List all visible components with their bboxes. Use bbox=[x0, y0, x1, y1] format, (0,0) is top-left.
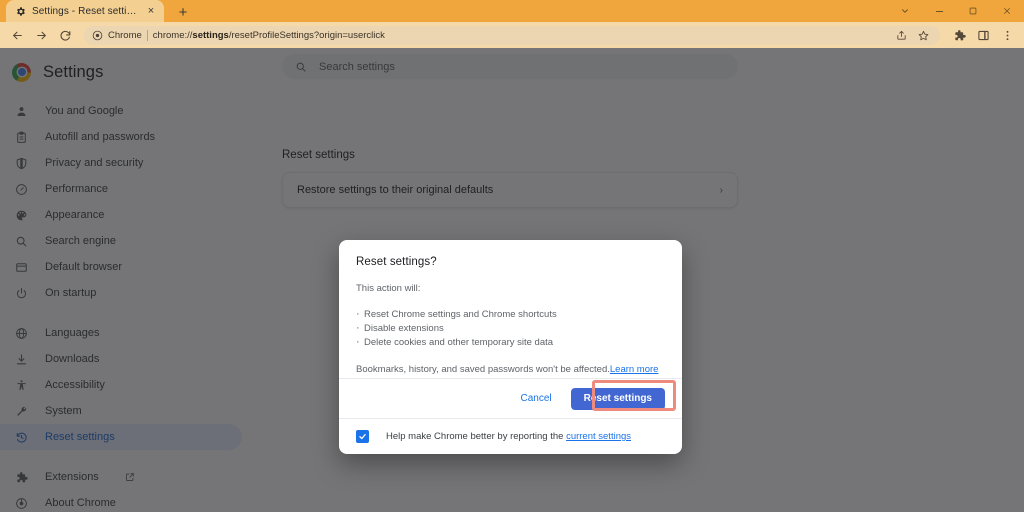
reset-settings-confirm-button[interactable]: Reset settings bbox=[571, 388, 665, 410]
current-settings-link[interactable]: current settings bbox=[566, 431, 631, 442]
report-settings-text: Help make Chrome better by reporting the bbox=[386, 431, 566, 442]
browser-tab[interactable]: Settings - Reset settings × bbox=[6, 0, 164, 22]
browser-window: Settings - Reset settings × + bbox=[0, 0, 1024, 512]
window-controls bbox=[888, 0, 1024, 22]
url-path: /resetProfileSettings?origin=userclick bbox=[229, 30, 385, 41]
chrome-logo-icon bbox=[92, 30, 103, 41]
reload-icon[interactable] bbox=[54, 24, 76, 46]
reset-settings-dialog: Reset settings? This action will: Reset … bbox=[339, 240, 682, 454]
report-settings-checkbox[interactable] bbox=[356, 430, 369, 443]
omnibox[interactable]: Chrome chrome://settings/resetProfileSet… bbox=[84, 26, 940, 45]
dialog-body: Reset settings? This action will: Reset … bbox=[339, 240, 682, 378]
dialog-action-bar: Cancel Reset settings bbox=[339, 378, 682, 418]
back-icon[interactable] bbox=[6, 24, 28, 46]
gear-icon bbox=[14, 5, 26, 17]
close-icon[interactable]: × bbox=[144, 4, 158, 18]
settings-page: Settings You and Google Autofill and pas… bbox=[0, 48, 1024, 512]
tab-strip: Settings - Reset settings × + bbox=[0, 0, 1024, 22]
dialog-footer: Help make Chrome better by reporting the… bbox=[339, 418, 682, 454]
omnibox-separator bbox=[147, 30, 148, 41]
omnibox-chip-label: Chrome bbox=[108, 30, 142, 41]
report-settings-label: Help make Chrome better by reporting the… bbox=[386, 431, 631, 442]
dialog-note-text: Bookmarks, history, and saved passwords … bbox=[356, 364, 610, 375]
share-icon[interactable] bbox=[893, 27, 910, 44]
list-item: Disable extensions bbox=[356, 322, 665, 336]
list-item: Delete cookies and other temporary site … bbox=[356, 336, 665, 350]
star-icon[interactable] bbox=[915, 27, 932, 44]
minimize-icon[interactable] bbox=[922, 0, 956, 22]
tab-search-icon[interactable] bbox=[888, 0, 922, 22]
maximize-icon[interactable] bbox=[956, 0, 990, 22]
cancel-button[interactable]: Cancel bbox=[510, 388, 563, 410]
new-tab-button[interactable]: + bbox=[172, 2, 194, 22]
forward-icon[interactable] bbox=[30, 24, 52, 46]
side-panel-icon[interactable] bbox=[972, 24, 994, 46]
omnibox-url: chrome://settings/resetProfileSettings?o… bbox=[153, 30, 888, 41]
dialog-note: Bookmarks, history, and saved passwords … bbox=[356, 364, 665, 375]
three-dot-menu-icon[interactable] bbox=[996, 24, 1018, 46]
dialog-bullet-list: Reset Chrome settings and Chrome shortcu… bbox=[356, 308, 665, 350]
dialog-lead-text: This action will: bbox=[356, 283, 665, 294]
window-close-icon[interactable] bbox=[990, 0, 1024, 22]
extensions-icon[interactable] bbox=[948, 24, 970, 46]
dialog-title: Reset settings? bbox=[356, 256, 665, 268]
learn-more-link[interactable]: Learn more bbox=[610, 364, 659, 375]
list-item: Reset Chrome settings and Chrome shortcu… bbox=[356, 308, 665, 322]
url-prefix: chrome:// bbox=[153, 30, 193, 41]
browser-toolbar: Chrome chrome://settings/resetProfileSet… bbox=[0, 22, 1024, 48]
url-host: settings bbox=[192, 30, 228, 41]
tab-title: Settings - Reset settings bbox=[32, 6, 138, 17]
